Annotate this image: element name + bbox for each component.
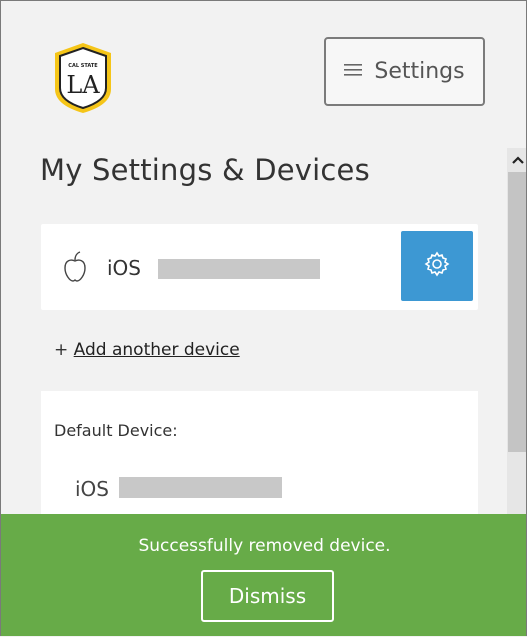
toast-message: Successfully removed device. (138, 536, 391, 556)
logo-text: LA (66, 71, 100, 99)
device-settings-button[interactable] (401, 231, 473, 301)
cal-state-la-logo: CAL STATE LA (51, 41, 115, 115)
device-card: iOS (41, 224, 478, 310)
logo-small-text: CAL STATE (68, 63, 98, 69)
device-platform: iOS (107, 256, 141, 280)
apple-icon (61, 249, 89, 283)
scroll-up-arrow[interactable] (507, 148, 526, 170)
scroll-thumb[interactable] (508, 172, 526, 452)
default-device-platform: iOS (75, 477, 109, 501)
chevron-up-icon (511, 150, 525, 169)
redacted-device-name (158, 259, 320, 279)
hamburger-icon (344, 61, 363, 82)
dismiss-button[interactable]: Dismiss (201, 570, 334, 622)
settings-button-label: Settings (374, 59, 465, 84)
add-device-row: + Add another device (54, 340, 240, 360)
app-frame: CAL STATE LA Settings My Settings & Devi… (0, 0, 527, 636)
add-another-device-link[interactable]: Add another device (74, 340, 240, 360)
settings-menu-button[interactable]: Settings (324, 37, 485, 106)
gear-icon (424, 251, 450, 281)
redacted-default-device-name (119, 477, 282, 498)
add-device-prefix: + (54, 340, 74, 360)
page-title: My Settings & Devices (40, 153, 370, 187)
default-device-label: Default Device: (54, 421, 178, 440)
scrollbar[interactable] (507, 148, 526, 516)
success-toast: Successfully removed device. Dismiss (1, 514, 526, 636)
